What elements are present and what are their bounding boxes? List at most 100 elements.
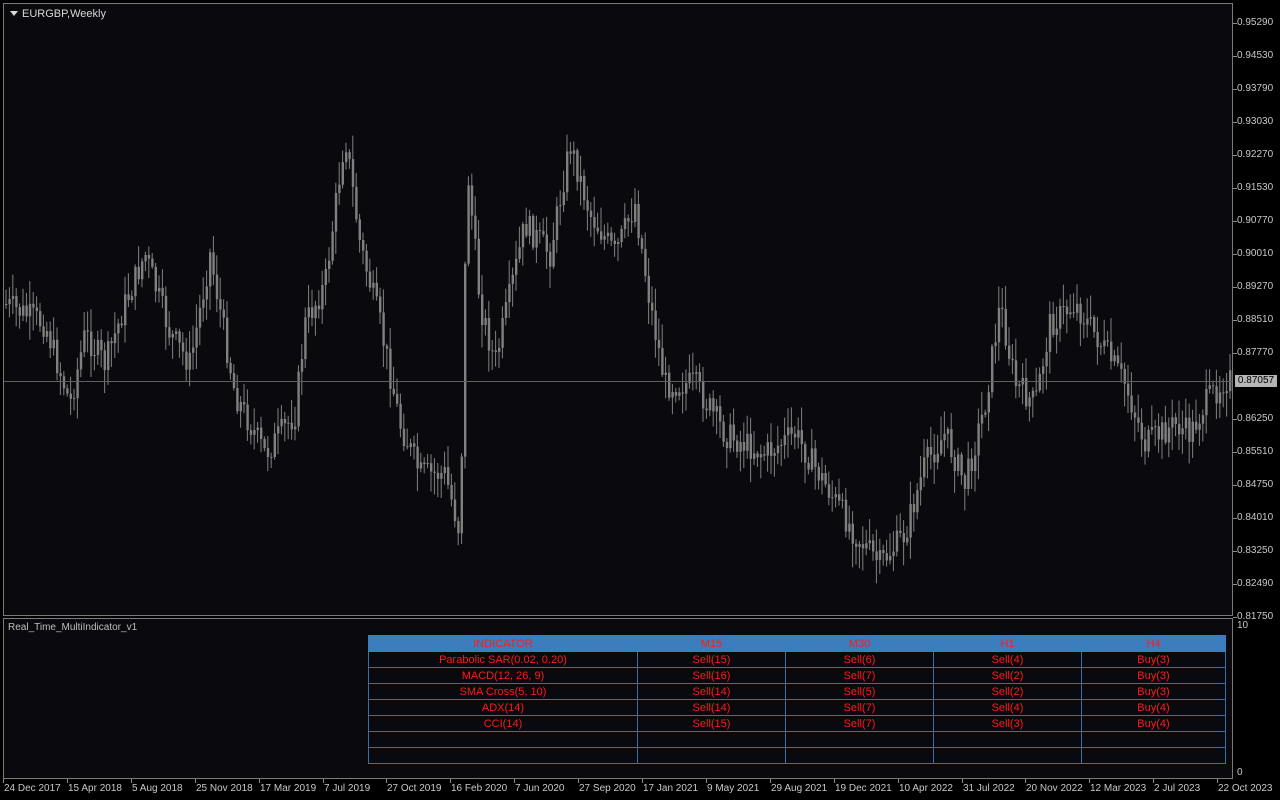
candle-body (797, 430, 800, 438)
candle-body (45, 331, 49, 337)
table-row: MACD(12, 26, 9) Sell(16) Sell(7) Sell(2) Buy… (368, 667, 1226, 684)
candle-body (130, 296, 134, 300)
candle-body (542, 231, 545, 235)
indicator-scale-bottom: 0 (1237, 767, 1243, 778)
candle-body (501, 318, 504, 348)
candle-body (11, 296, 15, 300)
candle-body (263, 439, 266, 449)
candle-body (865, 543, 868, 549)
candle-body (525, 224, 528, 236)
candle-body (49, 331, 52, 349)
time-label: 22 Oct 2023 (1218, 783, 1273, 794)
candle-body (991, 346, 994, 393)
candle-body (1140, 422, 1143, 440)
candle-body (1215, 386, 1218, 404)
candle-body (375, 282, 378, 297)
candle-body (957, 454, 960, 471)
candle-body (1181, 428, 1184, 435)
candle-body (287, 422, 290, 424)
candle-body (147, 254, 151, 259)
candle-body (178, 331, 181, 343)
candle-body (90, 331, 93, 357)
cell-m15: Sell(15) (637, 651, 786, 668)
price-axis[interactable]: 0.95290 0.94530 0.93790 0.93030 0.92270 0.915… (1233, 3, 1280, 779)
candle-body (848, 523, 851, 532)
candle-body (66, 388, 69, 394)
candle-body (630, 221, 633, 223)
candle-body (1099, 346, 1103, 348)
cell-h1: Sell(2) (933, 683, 1082, 700)
candle-body (86, 330, 89, 332)
candle-body (358, 219, 361, 241)
candle-body (725, 441, 729, 449)
candle-body (831, 497, 834, 499)
candle-body (249, 430, 253, 435)
price-label: 0.84010 (1237, 512, 1274, 523)
candle-body (793, 433, 797, 438)
time-label: 17 Jan 2021 (643, 783, 699, 794)
candle-body (919, 477, 922, 491)
candle-body (270, 456, 273, 458)
candle-body (137, 266, 140, 280)
candle-body (538, 230, 542, 232)
candle-body (134, 266, 137, 297)
candle-body (1048, 314, 1052, 352)
candle-body (596, 227, 599, 232)
indicator-title: Real_Time_MultiIndicator_v1 (8, 622, 138, 633)
candle-body (246, 404, 249, 431)
table-row: SMA Cross(5, 10) Sell(14) Sell(5) Sell(2) Bu… (368, 683, 1226, 700)
cell-h1: Sell(3) (933, 715, 1082, 732)
symbol-title[interactable]: EURGBP,Weekly (10, 8, 106, 20)
price-label: 0.84750 (1237, 479, 1274, 490)
candle-body (409, 443, 412, 448)
candle-body (59, 373, 62, 377)
indicator-table: INDICATOR M15 M30 H1 H4 Parabolic SAR(0.… (368, 635, 1226, 764)
candle-body (399, 403, 402, 429)
candle-body (127, 294, 130, 300)
candle-body (504, 302, 508, 319)
candle-body (759, 454, 763, 458)
candle-body (283, 418, 287, 424)
price-label: 0.82490 (1237, 578, 1274, 589)
candle-body (450, 484, 453, 500)
main-chart[interactable]: EURGBP,Weekly (3, 3, 1233, 616)
candle-body (980, 414, 984, 424)
cell-indicator (368, 731, 638, 748)
candle-body (151, 258, 154, 267)
candle-body (1008, 345, 1011, 359)
candle-body (32, 303, 35, 308)
candle-body (695, 372, 698, 374)
cell-h4: Buy(3) (1081, 651, 1226, 668)
time-axis[interactable]: 24 Dec 2017 15 Apr 2018 5 Aug 2018 25 Nov 2… (0, 779, 1280, 800)
candle-body (1157, 426, 1160, 440)
time-label: 15 Apr 2018 (68, 783, 122, 794)
candle-body (872, 540, 875, 552)
candle-body (1208, 385, 1211, 389)
candle-body (923, 457, 926, 478)
dropdown-triangle-icon (10, 10, 18, 16)
candle-body (963, 475, 967, 489)
candle-body (940, 440, 943, 454)
candle-body (943, 433, 946, 441)
price-label: 0.95290 (1237, 17, 1274, 28)
candle-body (443, 467, 446, 474)
time-label: 19 Dec 2021 (835, 783, 892, 794)
price-label: 0.93030 (1237, 116, 1274, 127)
candle-body (855, 543, 858, 547)
cell-h1 (933, 731, 1082, 748)
candle-body (8, 299, 11, 305)
candle-body (341, 162, 344, 185)
candle-body (120, 323, 123, 326)
candle-body (314, 305, 317, 319)
candle-body (42, 326, 45, 337)
candle-body (892, 551, 895, 557)
candle-body (328, 260, 331, 269)
cell-h4: Buy(3) (1081, 667, 1226, 684)
candle-body (1072, 312, 1075, 314)
candle-body (698, 372, 701, 382)
candle-body (861, 544, 865, 549)
candle-body (620, 228, 623, 243)
candle-body (1218, 392, 1222, 404)
candle-body (1127, 383, 1130, 396)
indicator-subwindow[interactable]: Real_Time_MultiIndicator_v1 INDICATOR M1… (3, 618, 1233, 779)
